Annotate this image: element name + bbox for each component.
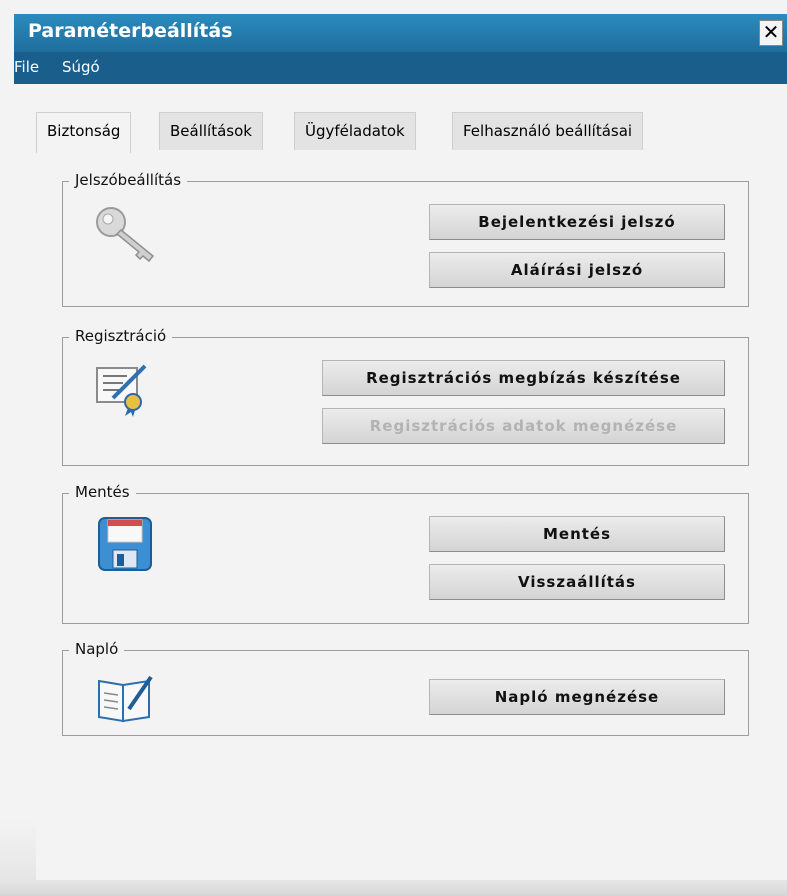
registration-group-legend: Regisztráció (69, 327, 173, 345)
password-group-legend: Jelszóbeállítás (69, 171, 188, 189)
tab-ugyfeladatok[interactable]: Ügyféladatok (294, 112, 416, 151)
menu-help[interactable]: Súgó (62, 58, 100, 76)
backup-group-legend: Mentés (69, 483, 136, 501)
floppy-disk-icon (97, 516, 155, 578)
certificate-icon (95, 362, 155, 422)
create-registration-button[interactable]: Regisztrációs megbízás készítése (322, 360, 725, 396)
restore-button[interactable]: Visszaállítás (429, 564, 725, 600)
password-group: Jelszóbeállítás Bejelentkezési jelszó Al… (62, 171, 749, 307)
view-registration-data-button[interactable]: Regisztrációs adatok megnézése (322, 408, 725, 444)
signature-password-button[interactable]: Aláírási jelszó (429, 252, 725, 288)
key-icon (93, 204, 163, 268)
menu-file[interactable]: File (14, 58, 39, 76)
tab-beallitasok[interactable]: Beállítások (159, 112, 263, 151)
tab-felhasznalo-beallitasai[interactable]: Felhasználó beállításai (452, 112, 644, 151)
settings-window: Paraméterbeállítás ✕ File Súgó Biztonság… (0, 0, 787, 895)
log-group: Napló Napló megnézése (62, 640, 749, 736)
registration-group: Regisztráció Regisztrációs megbízás kész… (62, 327, 749, 466)
backup-group: Mentés Mentés Visszaállítás (62, 483, 749, 624)
login-password-button[interactable]: Bejelentkezési jelszó (429, 204, 725, 240)
log-book-icon (95, 673, 157, 727)
log-group-legend: Napló (69, 640, 125, 658)
menu-bar: File Súgó (14, 52, 787, 84)
title-bar[interactable]: Paraméterbeállítás ✕ (14, 14, 787, 52)
window-title: Paraméterbeállítás (28, 20, 233, 42)
tab-biztonsag[interactable]: Biztonság (36, 112, 132, 153)
close-icon: ✕ (762, 20, 780, 44)
save-button[interactable]: Mentés (429, 516, 725, 552)
view-log-button[interactable]: Napló megnézése (429, 679, 725, 715)
close-button[interactable]: ✕ (759, 20, 783, 46)
